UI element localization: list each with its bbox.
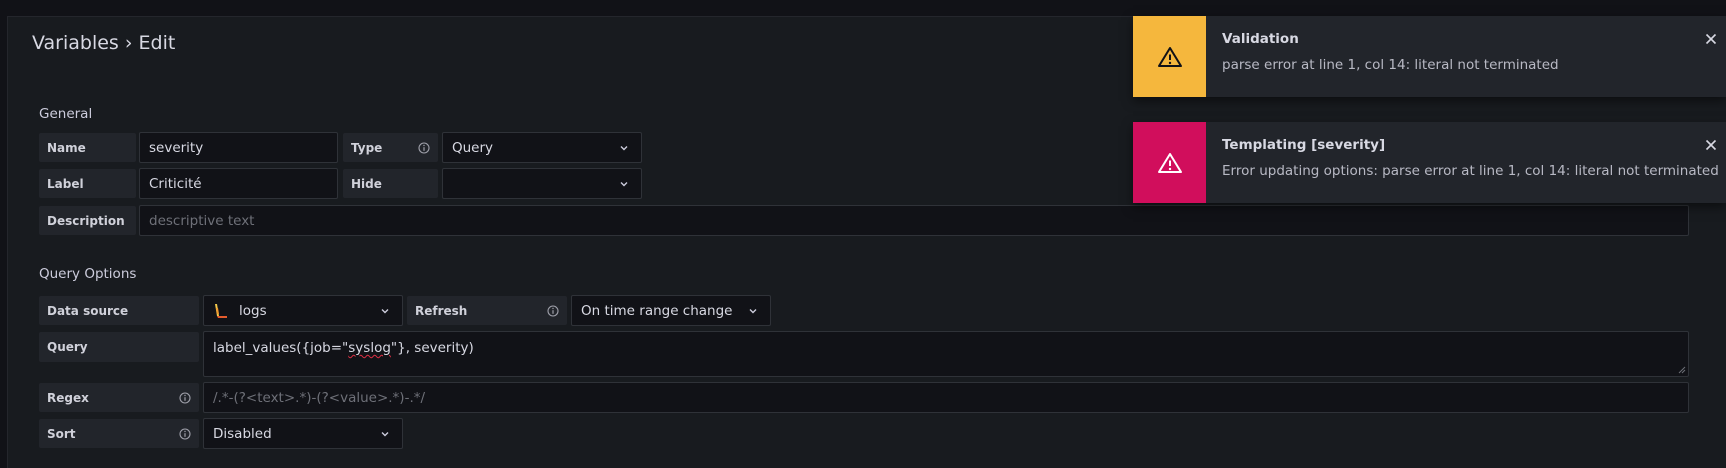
refresh-select[interactable]: On time range change xyxy=(571,295,771,326)
general-heading: General xyxy=(39,106,93,122)
toast-error-strip xyxy=(1133,122,1206,203)
toast-message: parse error at line 1, col 14: literal n… xyxy=(1222,57,1559,73)
info-icon[interactable] xyxy=(179,427,191,440)
toast-warning-strip xyxy=(1133,16,1206,97)
toast-validation: Validation parse error at line 1, col 14… xyxy=(1133,16,1726,97)
query-label: Query xyxy=(39,332,199,362)
name-input[interactable]: severity xyxy=(139,132,338,163)
close-icon[interactable] xyxy=(1704,138,1718,152)
regex-label: Regex xyxy=(39,383,199,412)
page-title: Variables › Edit xyxy=(32,32,176,54)
label-input[interactable]: Criticité xyxy=(139,168,338,199)
close-icon[interactable] xyxy=(1704,32,1718,46)
description-input[interactable]: descriptive text xyxy=(139,205,1689,236)
toast-title: Templating [severity] xyxy=(1222,137,1386,153)
hide-select[interactable] xyxy=(442,168,642,199)
type-select[interactable]: Query xyxy=(442,132,642,163)
resize-handle[interactable] xyxy=(1678,366,1686,374)
type-label: Type xyxy=(343,133,438,162)
loki-logo-icon xyxy=(215,303,227,318)
description-label: Description xyxy=(39,206,136,235)
chevron-down-icon xyxy=(620,145,628,150)
warning-icon xyxy=(1157,46,1182,67)
warning-icon xyxy=(1157,152,1182,173)
toast-message: Error updating options: parse error at l… xyxy=(1222,163,1719,179)
info-icon[interactable] xyxy=(547,304,559,317)
toast-templating-error: Templating [severity] Error updating opt… xyxy=(1133,122,1726,203)
sort-label: Sort xyxy=(39,419,199,448)
datasource-label: Data source xyxy=(39,296,199,325)
chevron-down-icon xyxy=(381,308,389,313)
query-options-heading: Query Options xyxy=(39,266,137,282)
datasource-select[interactable]: logs xyxy=(203,295,403,326)
toast-title: Validation xyxy=(1222,31,1299,47)
regex-input[interactable]: /.*-(?<text>.*)-(?<value>.*)-.*/ xyxy=(203,382,1689,413)
label-label: Label xyxy=(39,169,136,198)
chevron-down-icon xyxy=(620,181,628,186)
refresh-label: Refresh xyxy=(407,296,567,325)
spellcheck-word: syslog xyxy=(348,340,391,356)
info-icon[interactable] xyxy=(179,391,191,404)
chevron-down-icon xyxy=(749,308,757,313)
sort-select[interactable]: Disabled xyxy=(203,418,403,449)
datasource-value: logs xyxy=(213,303,267,319)
chevron-down-icon xyxy=(381,431,389,436)
hide-label: Hide xyxy=(343,169,438,198)
query-editor[interactable]: label_values({job="syslog"}, severity) xyxy=(203,331,1689,377)
name-label: Name xyxy=(39,133,136,162)
info-icon[interactable] xyxy=(418,141,430,154)
